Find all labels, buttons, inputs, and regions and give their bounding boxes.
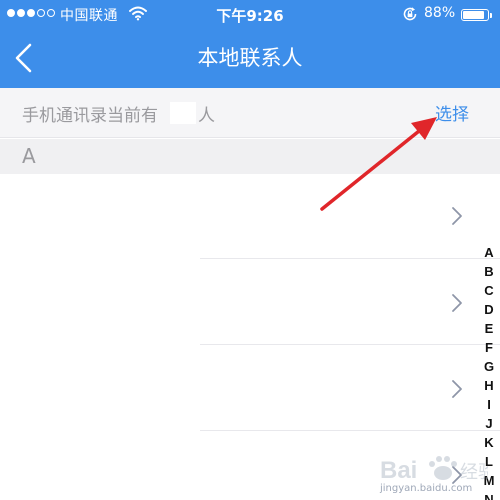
alphabet-index-letter[interactable]: G: [484, 357, 494, 376]
section-header: A: [0, 139, 500, 174]
alphabet-index-letter[interactable]: J: [485, 414, 492, 433]
chevron-right-icon: [452, 380, 462, 398]
redacted-count: [170, 102, 196, 124]
rotation-lock-icon: [402, 6, 418, 26]
alphabet-index-letter[interactable]: I: [487, 395, 491, 414]
alphabet-index-letter[interactable]: B: [484, 262, 493, 281]
select-button[interactable]: 选择: [435, 100, 469, 125]
alphabet-index-letter[interactable]: L: [485, 452, 493, 471]
contact-count-text: 手机通讯录当前有: [22, 106, 158, 126]
alphabet-index-letter[interactable]: E: [485, 319, 494, 338]
contact-row[interactable]: [0, 259, 500, 345]
alphabet-index-letter[interactable]: K: [484, 433, 493, 452]
contact-count-row: 手机通讯录当前有 人 选择: [0, 88, 500, 138]
header: 中国联通 下午9:26 88% 本地联系人: [0, 0, 500, 88]
contact-row[interactable]: [0, 345, 500, 431]
app-screen: 中国联通 下午9:26 88% 本地联系人 手机通讯录当前有 人 选择 A A …: [0, 0, 500, 500]
alphabet-index-letter[interactable]: H: [484, 376, 493, 395]
alphabet-index[interactable]: ABCDEFGHIJKLMN: [478, 243, 500, 500]
battery-level-fill: [463, 11, 485, 19]
contact-count-suffix: 人: [198, 106, 215, 126]
status-bar: 中国联通 下午9:26 88%: [0, 0, 500, 30]
page-title: 本地联系人: [197, 46, 303, 70]
chevron-right-icon: [452, 294, 462, 312]
alphabet-index-letter[interactable]: N: [484, 490, 493, 500]
section-letter: A: [22, 144, 36, 168]
alphabet-index-letter[interactable]: C: [484, 281, 493, 300]
chevron-right-icon: [452, 207, 462, 225]
contact-row[interactable]: [0, 174, 500, 260]
battery-cap: [490, 13, 492, 18]
watermark-url: jingyan.baidu.com: [380, 483, 473, 494]
alphabet-index-letter[interactable]: A: [484, 243, 493, 262]
alphabet-index-letter[interactable]: D: [484, 300, 493, 319]
nav-bar: 本地联系人: [0, 30, 500, 88]
battery-percent: 88%: [424, 5, 456, 21]
alphabet-index-letter[interactable]: M: [484, 471, 495, 490]
battery-icon: [461, 9, 489, 21]
alphabet-index-letter[interactable]: F: [485, 338, 493, 357]
